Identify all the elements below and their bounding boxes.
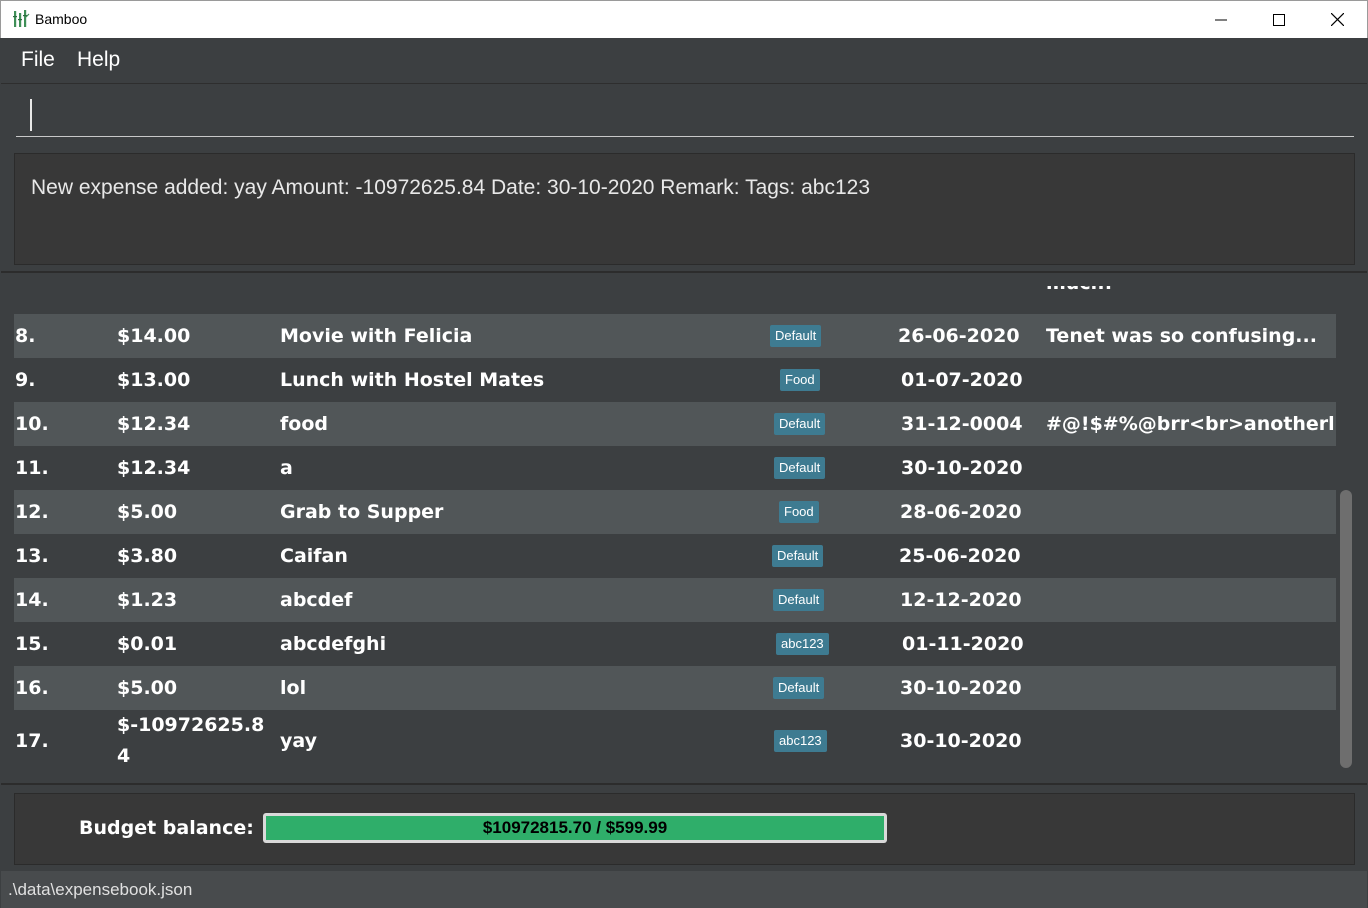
expense-index: 12. bbox=[15, 501, 49, 523]
expense-description: food bbox=[280, 413, 328, 435]
expense-description: Lunch with Hostel Mates bbox=[280, 369, 545, 391]
list-item[interactable]: 16. $5.00 lol Default 30-10-2020 bbox=[14, 666, 1336, 710]
result-display-panel: New expense added: yay Amount: -10972625… bbox=[1, 145, 1367, 273]
close-icon bbox=[1330, 13, 1344, 26]
expense-list-panel: much! 8. $14.00 Movie with Felicia Defau… bbox=[1, 273, 1367, 783]
expense-date: 31-12-0004 bbox=[901, 413, 1023, 435]
window-title: Bamboo bbox=[35, 11, 88, 27]
budget-panel: Budget balance: $10972815.70 / $599.99 bbox=[1, 783, 1367, 871]
expense-date: 30-10-2020 bbox=[900, 677, 1022, 699]
file-path: .\data\expensebook.json bbox=[8, 880, 193, 899]
budget-box: Budget balance: $10972815.70 / $599.99 bbox=[14, 793, 1355, 865]
budget-progress-bar: $10972815.70 / $599.99 bbox=[263, 813, 887, 843]
expense-date: 12-12-2020 bbox=[900, 589, 1022, 611]
expense-description: lol bbox=[280, 677, 307, 699]
expense-description: Caifan bbox=[280, 545, 348, 567]
expense-amount: $12.34 bbox=[117, 457, 191, 479]
expense-date: 30-10-2020 bbox=[901, 457, 1023, 479]
command-box bbox=[1, 84, 1367, 142]
expense-amount-line: 4 bbox=[117, 745, 131, 767]
result-display: New expense added: yay Amount: -10972625… bbox=[14, 153, 1355, 265]
expense-amount: $12.34 bbox=[117, 413, 191, 435]
budget-label: Budget balance: bbox=[79, 817, 254, 839]
expense-description: a bbox=[280, 457, 293, 479]
menu-file[interactable]: File bbox=[21, 48, 55, 72]
bamboo-icon bbox=[13, 10, 30, 27]
tag-badge: Default bbox=[774, 457, 826, 479]
expense-index: 8. bbox=[15, 325, 36, 347]
menu-bar: File Help bbox=[1, 38, 1367, 84]
list-item[interactable]: 17. $-10972625.8 4 yay abc123 30-10-2020 bbox=[14, 710, 1336, 772]
budget-progress-fill: $10972815.70 / $599.99 bbox=[266, 816, 884, 840]
list-item[interactable]: 10. $12.34 food Default 31-12-0004 #@!$#… bbox=[14, 402, 1336, 446]
expense-description: Movie with Felicia bbox=[280, 325, 473, 347]
expense-remark: much! bbox=[1046, 286, 1113, 294]
list-item[interactable]: 12. $5.00 Grab to Supper Food 28-06-2020 bbox=[14, 490, 1336, 534]
tag-badge: abc123 bbox=[774, 730, 827, 752]
expense-date: 01-11-2020 bbox=[902, 633, 1024, 655]
expense-amount: $5.00 bbox=[117, 501, 178, 523]
expense-amount: $13.00 bbox=[117, 369, 191, 391]
command-input[interactable] bbox=[16, 93, 1354, 137]
title-bar: Bamboo bbox=[0, 0, 1368, 38]
expense-amount: $-10972625.8 4 bbox=[117, 710, 264, 772]
maximize-icon bbox=[1273, 13, 1285, 26]
expense-index: 17. bbox=[15, 730, 49, 752]
list-item[interactable]: 13. $3.80 Caifan Default 25-06-2020 bbox=[14, 534, 1336, 578]
list-item[interactable]: 15. $0.01 abcdefghi abc123 01-11-2020 bbox=[14, 622, 1336, 666]
budget-value: $10972815.70 / $599.99 bbox=[482, 818, 668, 837]
expense-index: 13. bbox=[15, 545, 49, 567]
expense-amount: $1.23 bbox=[117, 589, 178, 611]
expense-index: 15. bbox=[15, 633, 49, 655]
expense-remark: #@!$#%@brr<br>anotherline bbox=[1046, 413, 1336, 435]
list-item[interactable]: much! bbox=[14, 286, 1336, 314]
expense-date: 28-06-2020 bbox=[900, 501, 1022, 523]
tag-badge: abc123 bbox=[776, 633, 829, 655]
expense-amount: $14.00 bbox=[117, 325, 191, 347]
expense-list[interactable]: much! 8. $14.00 Movie with Felicia Defau… bbox=[14, 286, 1336, 772]
expense-amount: $5.00 bbox=[117, 677, 178, 699]
expense-index: 10. bbox=[15, 413, 49, 435]
list-item[interactable]: 14. $1.23 abcdef Default 12-12-2020 bbox=[14, 578, 1336, 622]
close-button[interactable] bbox=[1308, 1, 1366, 38]
list-item[interactable]: 9. $13.00 Lunch with Hostel Mates Food 0… bbox=[14, 358, 1336, 402]
tag-badge: Default bbox=[774, 413, 826, 435]
expense-description: abcdef bbox=[280, 589, 353, 611]
tag-badge: Food bbox=[779, 501, 819, 523]
tag-badge: Default bbox=[770, 325, 822, 347]
expense-date: 01-07-2020 bbox=[901, 369, 1023, 391]
expense-remark: Tenet was so confusing... bbox=[1046, 325, 1317, 347]
expense-index: 9. bbox=[15, 369, 36, 391]
minimize-button[interactable] bbox=[1192, 1, 1250, 38]
expense-index: 11. bbox=[15, 457, 49, 479]
minimize-icon bbox=[1215, 19, 1227, 20]
expense-amount: $3.80 bbox=[117, 545, 178, 567]
expense-index: 14. bbox=[15, 589, 49, 611]
maximize-button[interactable] bbox=[1250, 1, 1308, 38]
expense-amount-line: $-10972625.8 bbox=[117, 714, 265, 736]
tag-badge: Default bbox=[773, 677, 825, 699]
result-message: New expense added: yay Amount: -10972625… bbox=[31, 176, 870, 199]
list-scrollbar[interactable] bbox=[1340, 490, 1352, 768]
expense-date: 25-06-2020 bbox=[899, 545, 1021, 567]
list-item[interactable]: 8. $14.00 Movie with Felicia Default 26-… bbox=[14, 314, 1336, 358]
expense-description: yay bbox=[280, 730, 318, 752]
expense-description: Grab to Supper bbox=[280, 501, 444, 523]
expense-date: 26-06-2020 bbox=[898, 325, 1020, 347]
list-item[interactable]: 11. $12.34 a Default 30-10-2020 bbox=[14, 446, 1336, 490]
menu-help[interactable]: Help bbox=[77, 48, 120, 72]
expense-amount: $0.01 bbox=[117, 633, 178, 655]
expense-index: 16. bbox=[15, 677, 49, 699]
tag-badge: Food bbox=[780, 369, 820, 391]
tag-badge: Default bbox=[772, 545, 824, 567]
text-caret bbox=[30, 99, 32, 131]
status-bar: .\data\expensebook.json bbox=[1, 871, 1367, 908]
expense-description: abcdefghi bbox=[280, 633, 387, 655]
tag-badge: Default bbox=[773, 589, 825, 611]
expense-date: 30-10-2020 bbox=[900, 730, 1022, 752]
